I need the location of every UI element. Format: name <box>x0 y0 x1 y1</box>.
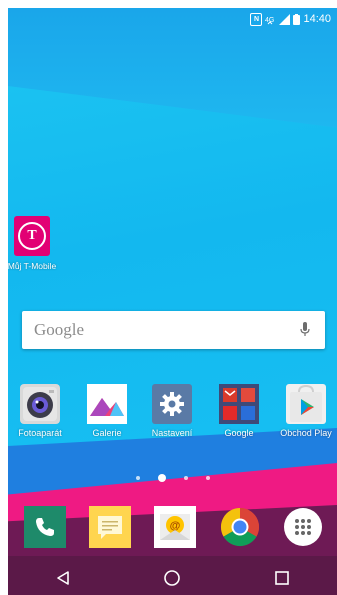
navigation-bar <box>8 561 337 595</box>
page-dot-active[interactable] <box>157 474 166 482</box>
page-dot[interactable] <box>183 476 188 480</box>
app-my-t-mobile[interactable]: T Můj T-Mobile <box>8 216 56 271</box>
microphone-icon[interactable] <box>295 318 315 342</box>
app-label: Můj T-Mobile <box>8 261 57 271</box>
phone-icon[interactable] <box>23 506 66 548</box>
app-play-store[interactable]: Obchod Play <box>274 384 337 438</box>
recents-icon <box>275 571 289 585</box>
clock: 14:40 <box>303 13 331 25</box>
chrome-icon[interactable] <box>219 506 261 548</box>
play-store-icon <box>286 384 326 424</box>
app-google-folder[interactable]: Google <box>207 384 271 438</box>
app-camera[interactable]: Fotoaparát <box>8 384 72 438</box>
email-icon[interactable]: @ <box>153 506 196 548</box>
page-dot[interactable] <box>205 476 210 480</box>
settings-icon <box>152 384 192 424</box>
google-folder-icon <box>219 384 259 424</box>
page-indicator <box>8 474 337 482</box>
nfc-icon: N <box>250 12 263 26</box>
recents-button[interactable] <box>262 563 302 593</box>
page-dot[interactable] <box>135 476 140 480</box>
app-label: Nastavení <box>151 428 193 438</box>
apps-drawer-icon[interactable] <box>283 508 322 546</box>
gallery-icon <box>87 384 127 424</box>
phone-frame: N 4G 14:40 T Můj T-Mobile Google Fotoapa… <box>0 0 337 595</box>
app-label: Google <box>224 428 254 438</box>
search-placeholder: Google <box>34 320 85 339</box>
messages-icon[interactable] <box>88 506 131 548</box>
app-label: Galerie <box>92 428 122 438</box>
home-screen: N 4G 14:40 T Můj T-Mobile Google Fotoapa… <box>8 8 337 595</box>
google-search-bar[interactable]: Google <box>22 311 325 349</box>
back-button[interactable] <box>43 563 83 593</box>
camera-icon <box>20 384 60 424</box>
back-icon <box>57 571 69 585</box>
battery-icon <box>293 13 301 25</box>
app-settings[interactable]: Nastavení <box>140 384 204 438</box>
app-label: Fotoaparát <box>18 428 62 438</box>
t-mobile-icon: T <box>14 216 50 256</box>
home-button[interactable] <box>152 563 192 593</box>
status-bar: N 4G 14:40 <box>250 10 331 28</box>
app-label: Obchod Play <box>280 428 332 438</box>
signal-icon <box>279 13 291 25</box>
app-gallery[interactable]: Galerie <box>75 384 139 438</box>
dock: @ <box>8 506 337 548</box>
network-icon: 4G <box>265 14 276 25</box>
home-icon <box>164 570 181 586</box>
